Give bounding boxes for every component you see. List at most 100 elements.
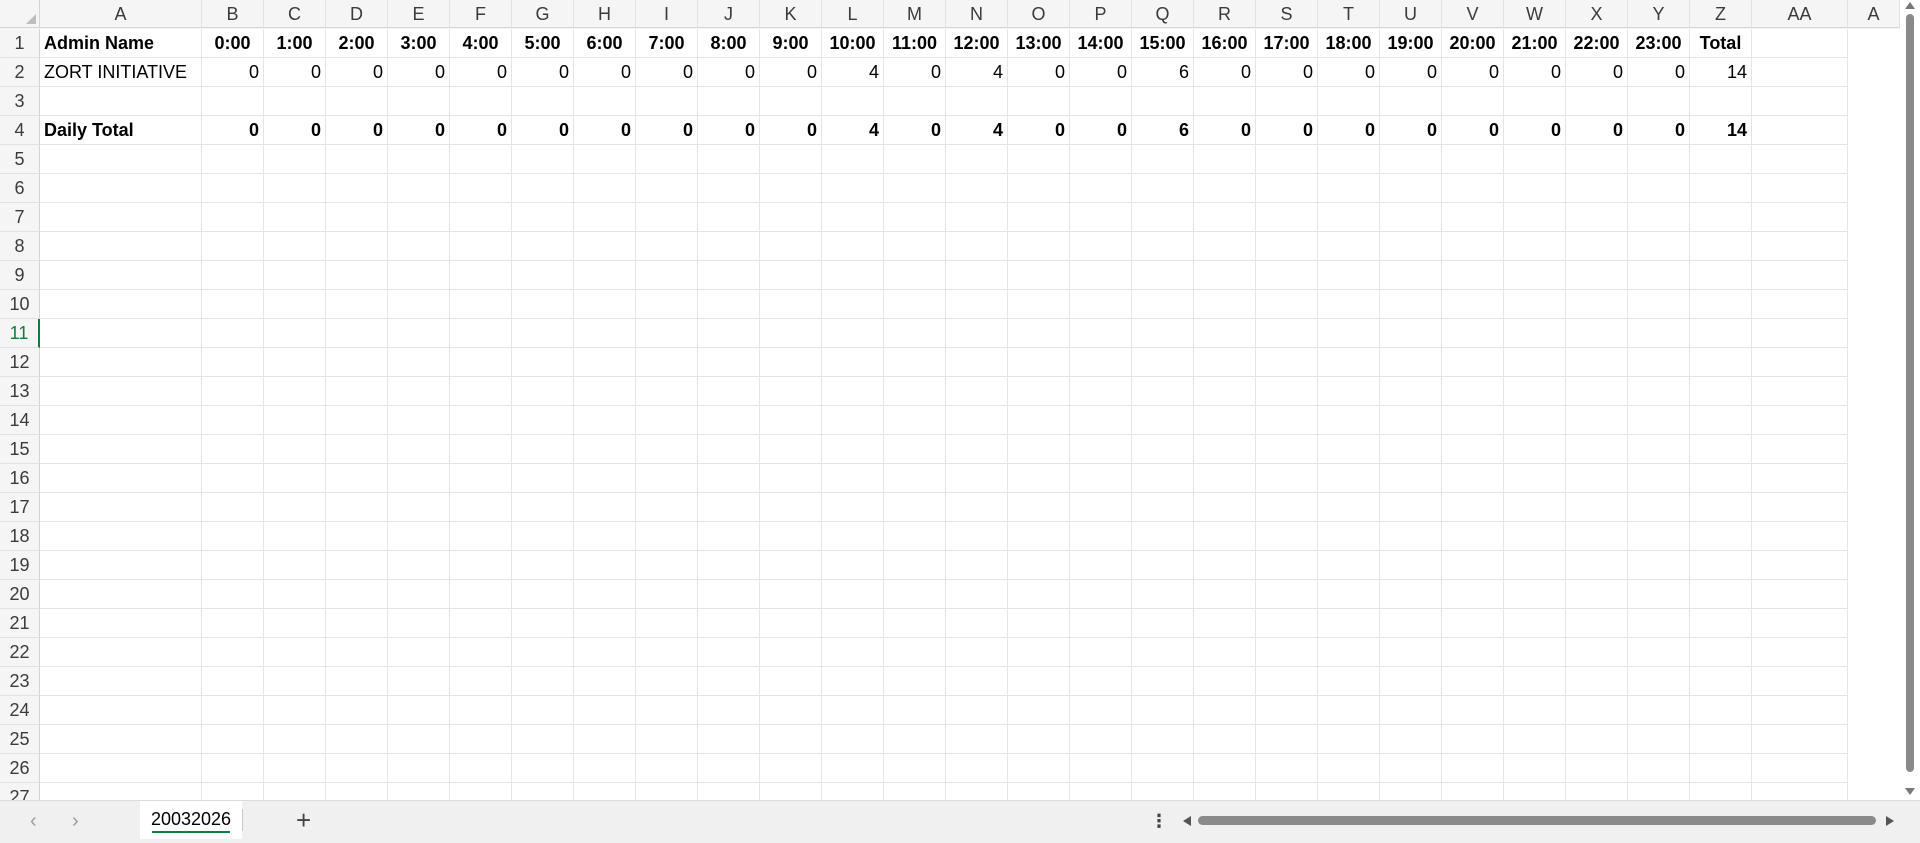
- cell[interactable]: [1380, 609, 1442, 638]
- cell[interactable]: [1504, 261, 1566, 290]
- cell[interactable]: [450, 145, 512, 174]
- cell[interactable]: [698, 348, 760, 377]
- cell[interactable]: [1442, 406, 1504, 435]
- cell[interactable]: [1008, 203, 1070, 232]
- row-total-cell[interactable]: 14: [1690, 58, 1752, 87]
- cell[interactable]: [1070, 783, 1132, 800]
- cell[interactable]: [1194, 725, 1256, 754]
- cell[interactable]: [698, 580, 760, 609]
- cell[interactable]: [264, 522, 326, 551]
- cell[interactable]: [40, 638, 202, 667]
- cell[interactable]: [698, 261, 760, 290]
- cell[interactable]: [1008, 725, 1070, 754]
- cell[interactable]: [636, 377, 698, 406]
- cell[interactable]: [1318, 174, 1380, 203]
- cell[interactable]: [202, 319, 264, 348]
- cell[interactable]: [264, 290, 326, 319]
- cell[interactable]: [822, 783, 884, 800]
- cell[interactable]: [946, 261, 1008, 290]
- cell[interactable]: [946, 696, 1008, 725]
- cell[interactable]: [1380, 667, 1442, 696]
- cell[interactable]: [698, 754, 760, 783]
- vertical-scrollbar[interactable]: [1900, 0, 1920, 800]
- cell[interactable]: [388, 783, 450, 800]
- header-cell-hour[interactable]: 15:00: [1132, 29, 1194, 58]
- cell[interactable]: [1628, 406, 1690, 435]
- cell[interactable]: [884, 435, 946, 464]
- cell[interactable]: [946, 406, 1008, 435]
- cell[interactable]: [636, 638, 698, 667]
- cell[interactable]: [574, 638, 636, 667]
- header-cell-hour[interactable]: 12:00: [946, 29, 1008, 58]
- cell[interactable]: [1690, 754, 1752, 783]
- cell[interactable]: [760, 754, 822, 783]
- cell[interactable]: [512, 609, 574, 638]
- cell[interactable]: [1628, 551, 1690, 580]
- cell[interactable]: [1442, 348, 1504, 377]
- cell[interactable]: [1628, 754, 1690, 783]
- cell[interactable]: [512, 754, 574, 783]
- cell[interactable]: [202, 435, 264, 464]
- cell[interactable]: [884, 609, 946, 638]
- hour-value-cell[interactable]: 0: [1008, 58, 1070, 87]
- cell[interactable]: [946, 174, 1008, 203]
- cell[interactable]: [574, 232, 636, 261]
- cell[interactable]: [698, 406, 760, 435]
- cell[interactable]: [388, 435, 450, 464]
- hour-value-cell[interactable]: 0: [1380, 58, 1442, 87]
- cell[interactable]: [1318, 261, 1380, 290]
- daily-total-value-cell[interactable]: 0: [1194, 116, 1256, 145]
- cell[interactable]: [1008, 667, 1070, 696]
- cell[interactable]: [822, 261, 884, 290]
- header-cell-hour[interactable]: 18:00: [1318, 29, 1380, 58]
- daily-total-value-cell[interactable]: 0: [450, 116, 512, 145]
- cell[interactable]: [946, 348, 1008, 377]
- cell[interactable]: [884, 145, 946, 174]
- cell[interactable]: [884, 493, 946, 522]
- cell[interactable]: [946, 783, 1008, 800]
- cell[interactable]: [1628, 232, 1690, 261]
- row-header[interactable]: 6: [0, 174, 40, 203]
- column-header[interactable]: H: [574, 0, 636, 28]
- cell[interactable]: [40, 203, 202, 232]
- cell[interactable]: [202, 754, 264, 783]
- cell[interactable]: [1380, 464, 1442, 493]
- cell[interactable]: [202, 348, 264, 377]
- cell[interactable]: [40, 145, 202, 174]
- cell[interactable]: [1690, 87, 1752, 116]
- cell[interactable]: [1318, 638, 1380, 667]
- cell[interactable]: [450, 174, 512, 203]
- cell[interactable]: [574, 725, 636, 754]
- hour-value-cell[interactable]: 0: [512, 58, 574, 87]
- cell[interactable]: [1566, 609, 1628, 638]
- cell[interactable]: [1628, 580, 1690, 609]
- daily-total-value-cell[interactable]: 4: [946, 116, 1008, 145]
- cell[interactable]: [326, 464, 388, 493]
- cell[interactable]: [1504, 232, 1566, 261]
- cell[interactable]: [1256, 261, 1318, 290]
- prev-sheet-chevron-icon[interactable]: ‹: [30, 811, 37, 831]
- cell[interactable]: [1752, 783, 1848, 800]
- cell[interactable]: [1380, 203, 1442, 232]
- cell[interactable]: [822, 290, 884, 319]
- cell[interactable]: [1070, 348, 1132, 377]
- cell[interactable]: [1132, 464, 1194, 493]
- cell[interactable]: [698, 232, 760, 261]
- cell[interactable]: [450, 377, 512, 406]
- cell[interactable]: [884, 290, 946, 319]
- cell[interactable]: [1628, 377, 1690, 406]
- cell[interactable]: [1380, 435, 1442, 464]
- cell[interactable]: [1690, 203, 1752, 232]
- cell[interactable]: [884, 696, 946, 725]
- column-header[interactable]: U: [1380, 0, 1442, 28]
- cell[interactable]: [946, 203, 1008, 232]
- cell[interactable]: [698, 638, 760, 667]
- header-cell-hour[interactable]: 8:00: [698, 29, 760, 58]
- header-cell-admin-name[interactable]: Admin Name: [40, 29, 202, 58]
- daily-total-value-cell[interactable]: 0: [1256, 116, 1318, 145]
- cell[interactable]: [326, 609, 388, 638]
- column-header[interactable]: K: [760, 0, 822, 28]
- cell[interactable]: [822, 667, 884, 696]
- cell[interactable]: [202, 696, 264, 725]
- daily-grand-total-cell[interactable]: 14: [1690, 116, 1752, 145]
